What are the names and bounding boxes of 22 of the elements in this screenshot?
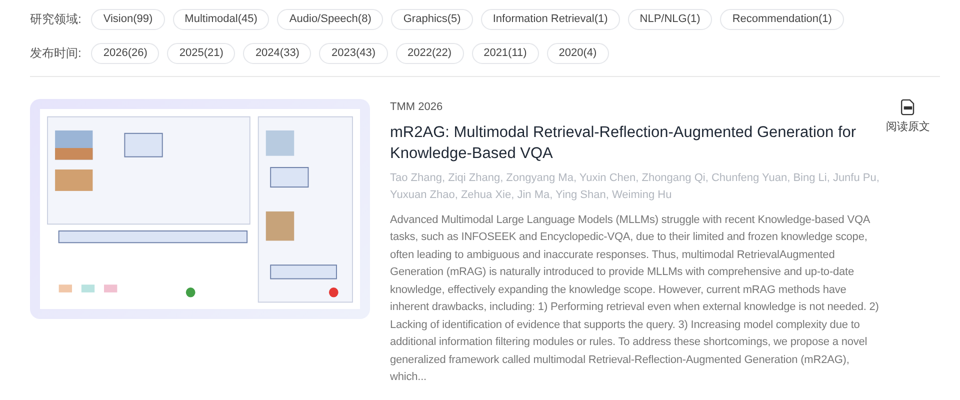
filter-label: 发布时间: [30, 45, 82, 62]
filter-label: 研究领域: [30, 11, 82, 28]
filter-chip[interactable]: 2026(26) [91, 42, 160, 64]
filter-chip[interactable]: Vision(99) [91, 8, 165, 30]
pdf-link[interactable]: 阅读原文 [886, 99, 930, 135]
filter-chip[interactable]: Audio/Speech(8) [277, 8, 384, 30]
venue-label: TMM 2026 [390, 100, 444, 115]
filter-chip[interactable]: Information Retrieval(1) [480, 8, 620, 30]
filter-chip[interactable]: Recommendation(1) [720, 8, 844, 30]
author-list: Tao Zhang, Ziqi Zhang, Zongyang Ma, Yuxin Chen, Zhongang Qi, Chunfeng Yuan, Bing Li, Junfu Pu, Yuxuan Zhao, Zehua Xie, Jin Ma, Ying Shan, Weiming Hu [390, 170, 882, 204]
filter-chip[interactable]: 2021(11) [472, 42, 539, 64]
filter-chip[interactable]: 2022(22) [396, 42, 464, 64]
filter-chip[interactable]: NLP/NLG(1) [628, 8, 712, 30]
filter-chip[interactable]: 2020(4) [546, 42, 609, 64]
pdf-icon [900, 99, 916, 116]
filter-chip[interactable]: Graphics(5) [391, 8, 473, 30]
filter-chip[interactable]: 2023(43) [319, 42, 388, 64]
abstract-text: Advanced Multimodal Large Language Models (MLLMs) struggle with recent Knowledge-based VQA tasks, such as INFOSEEK and Encyclopedic-VQA, due to their limited and frozen knowledge scope, often leading to ambiguous and inaccurate responses. Thus, multimodal RetrievalAugmented Generation (mRAG) is naturally introduced to provide MLLMs with comprehensive and up-to-date knowledge, effectively expanding the knowledge scope. However, current mRAG methods have inherent drawbacks, including: 1) Performing retrieval even when external knowledge is not needed. 2) Lacking of identification of evidence that supports the query. 3) Increasing model complexity due to additional information filtering modules or rules. To address these shortcomings, we propose a novel generalized framework called multimodal Retrieval-Reflection-Augmented Generation (mR2AG), which... [390, 212, 880, 385]
paper-title[interactable]: mR2AG: Multimodal Retrieval-Reflection-Augmented Generation for Knowledge-Based VQA [390, 122, 882, 164]
filter-chip[interactable]: 2024(33) [243, 42, 312, 64]
filter-chip[interactable]: Multimodal(45) [172, 8, 270, 30]
filter-chip[interactable]: 2025(21) [167, 42, 236, 64]
